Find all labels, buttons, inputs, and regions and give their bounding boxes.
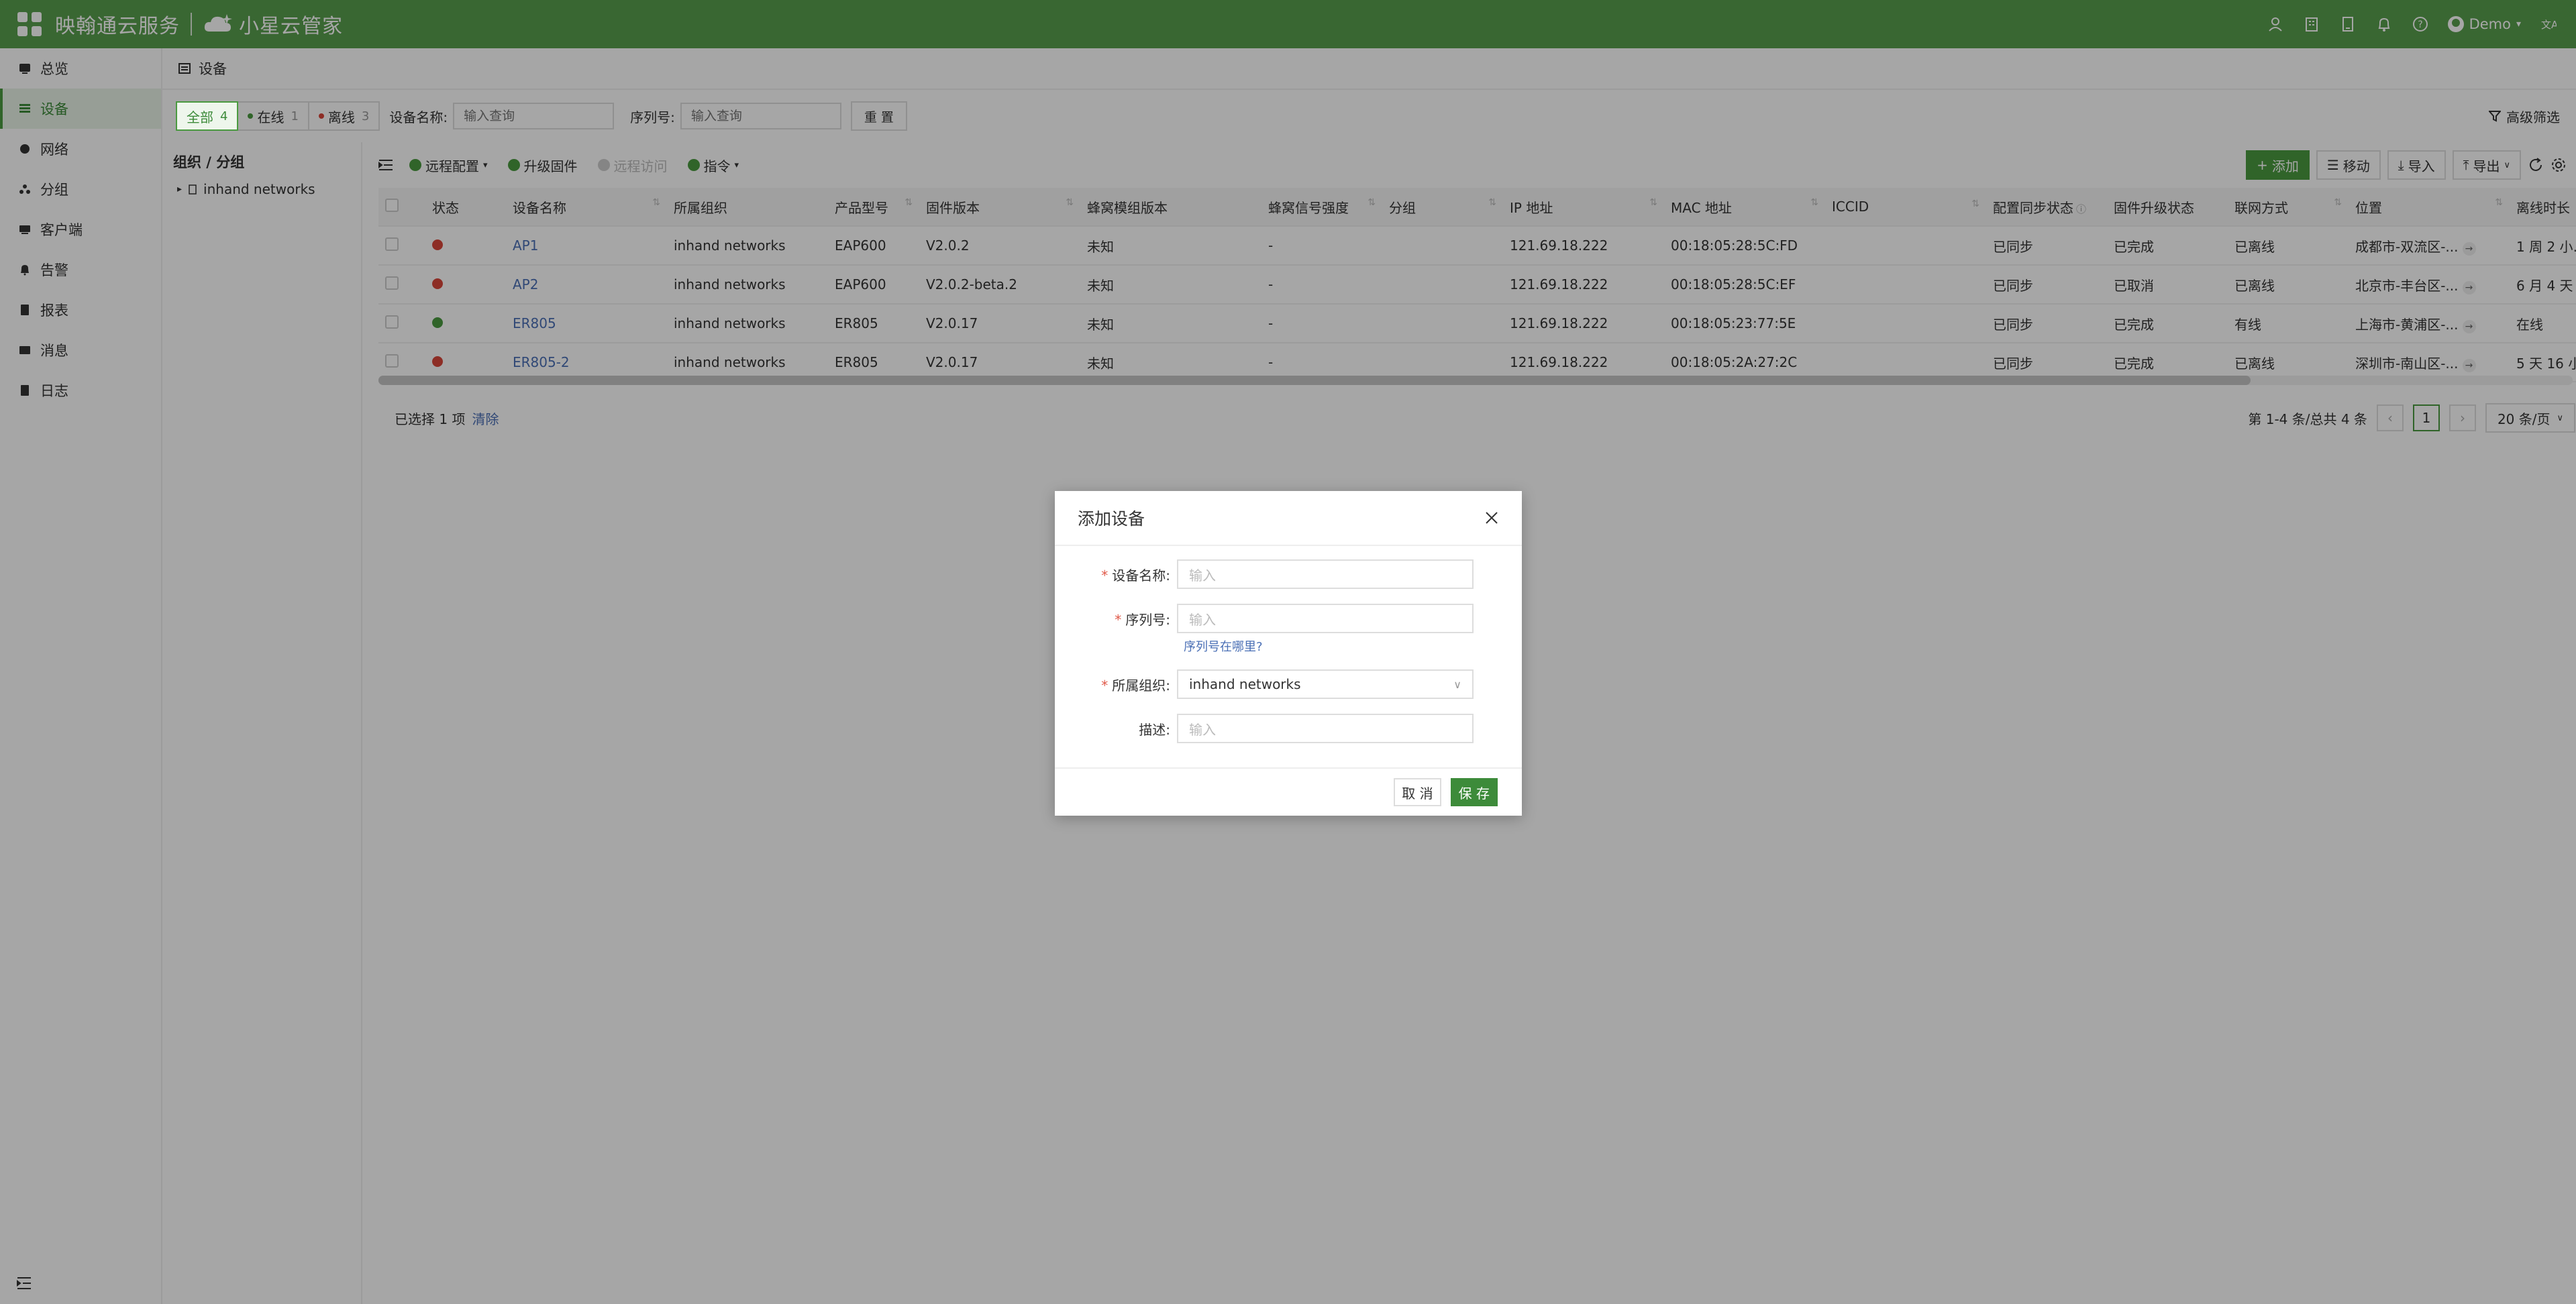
device-name-input[interactable]: 输入 — [1177, 559, 1474, 589]
serial-label-text: 序列号: — [1125, 611, 1170, 628]
dialog-title: 添加设备 — [1078, 509, 1145, 529]
org-row: * 所属组织: inhand networks ∨ — [1055, 669, 1522, 699]
filter-all-label: 全部 — [187, 109, 213, 125]
description-row: 描述: 输入 — [1055, 714, 1522, 743]
org-select-value: inhand networks — [1189, 676, 1301, 692]
serial-label: * 序列号: — [1055, 609, 1177, 629]
dialog-footer: 取 消 保 存 — [1055, 767, 1522, 816]
device-name-label-text: 设备名称: — [1112, 567, 1170, 584]
app-root: 映翰通云服务 小星云管家 ? Demo ▾ 文A 总览 设备 网络 分组 客户端… — [0, 0, 2576, 1304]
serial-help-link[interactable]: 序列号在哪里? — [1184, 637, 1522, 655]
description-label: 描述: — [1139, 721, 1170, 738]
org-label: * 所属组织: — [1055, 675, 1177, 694]
required-mark: * — [1101, 677, 1109, 694]
device-name-row: * 设备名称: 输入 — [1055, 559, 1522, 589]
org-label-text: 所属组织: — [1112, 677, 1170, 694]
dialog-body: * 设备名称: 输入 * 序列号: 输入 序列号在哪里? * 所属组织: inhand… — [1055, 546, 1522, 743]
serial-input[interactable]: 输入 — [1177, 604, 1474, 633]
close-icon[interactable] — [1484, 510, 1499, 525]
add-device-dialog: 添加设备 * 设备名称: 输入 * 序列号: 输入 序列号在哪里? * 所属组织: i… — [1055, 491, 1522, 816]
org-select[interactable]: inhand networks ∨ — [1177, 669, 1474, 699]
device-name-label: * 设备名称: — [1055, 565, 1177, 584]
required-mark: * — [1115, 611, 1122, 628]
required-mark: * — [1101, 567, 1109, 584]
description-input[interactable]: 输入 — [1177, 714, 1474, 743]
save-button[interactable]: 保 存 — [1450, 778, 1498, 806]
cancel-button[interactable]: 取 消 — [1394, 778, 1441, 806]
filter-all[interactable]: 全部 4 — [176, 101, 239, 131]
serial-row: * 序列号: 输入 — [1055, 604, 1522, 633]
chevron-down-icon: ∨ — [1453, 677, 1461, 691]
dialog-header: 添加设备 — [1055, 491, 1522, 546]
filter-all-count: 4 — [220, 109, 228, 123]
